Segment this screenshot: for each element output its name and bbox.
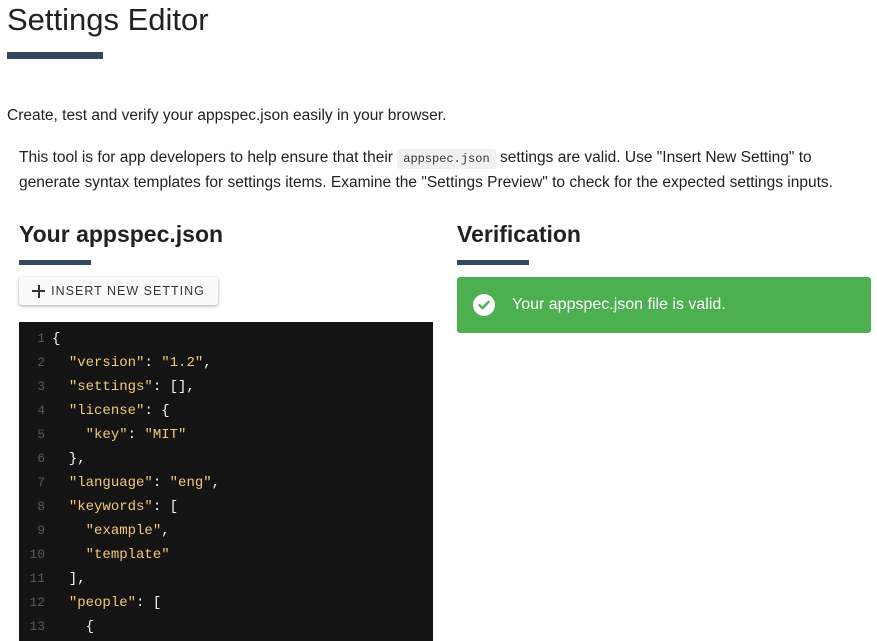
settings-editor-page: Settings Editor Create, test and verify … xyxy=(0,0,877,641)
line-code: ], xyxy=(52,567,86,591)
code-token: ], xyxy=(52,571,86,587)
line-code: "people": [ xyxy=(52,591,161,615)
code-token: : [], xyxy=(152,379,195,395)
code-token: "people" xyxy=(68,595,137,611)
code-token: : xyxy=(152,475,170,491)
code-line[interactable]: 9 "example", xyxy=(19,519,433,543)
code-line[interactable]: 12 "people": [ xyxy=(19,591,433,615)
code-token: "keywords" xyxy=(68,499,153,515)
insert-new-setting-button[interactable]: INSERT NEW SETTING xyxy=(19,277,218,305)
title-underline xyxy=(7,52,103,59)
plus-icon xyxy=(32,284,46,298)
line-number: 3 xyxy=(37,379,45,394)
code-token: : xyxy=(127,427,145,443)
insert-new-setting-label: INSERT NEW SETTING xyxy=(51,284,205,298)
code-token: }, xyxy=(52,451,86,467)
code-line[interactable]: 5 "key": "MIT" xyxy=(19,423,433,447)
line-number: 6 xyxy=(37,451,45,466)
line-number: 8 xyxy=(37,499,45,514)
line-number: 12 xyxy=(29,595,45,610)
line-code: "version": "1.2", xyxy=(52,351,212,375)
validation-status-banner: Your appspec.json file is valid. xyxy=(457,277,871,333)
code-token: "eng" xyxy=(169,475,212,491)
code-token: "language" xyxy=(68,475,153,491)
code-token: "1.2" xyxy=(161,355,204,371)
code-token: "template" xyxy=(85,547,170,563)
appspec-inline-code: appspec.json xyxy=(397,149,496,169)
line-code: "example", xyxy=(52,519,170,543)
code-token: "key" xyxy=(85,427,128,443)
code-token: "MIT" xyxy=(144,427,187,443)
line-number: 9 xyxy=(37,523,45,538)
line-code: "language": "eng", xyxy=(52,471,220,495)
code-token: , xyxy=(203,355,212,371)
code-line[interactable]: 6 }, xyxy=(19,447,433,471)
line-number: 13 xyxy=(29,619,45,634)
verification-heading-underline xyxy=(457,260,529,265)
editor-heading-underline xyxy=(19,260,91,265)
code-line[interactable]: 7 "language": "eng", xyxy=(19,471,433,495)
line-code: "key": "MIT" xyxy=(52,423,187,447)
code-token: "license" xyxy=(68,403,145,419)
page-tagline: Create, test and verify your appspec.jso… xyxy=(7,107,447,124)
line-code: "settings": [], xyxy=(52,375,195,399)
code-line[interactable]: 13 { xyxy=(19,615,433,639)
code-line[interactable]: 2 "version": "1.2", xyxy=(19,351,433,375)
code-line[interactable]: 4 "license": { xyxy=(19,399,433,423)
line-number: 1 xyxy=(37,331,45,346)
code-line[interactable]: 1{ xyxy=(19,327,433,351)
code-editor[interactable]: 1{2 "version": "1.2", 3 "settings": [], 4 … xyxy=(19,322,433,641)
line-code: "template" xyxy=(52,543,170,567)
line-code: "license": { xyxy=(52,399,170,423)
code-token: , xyxy=(161,523,170,539)
line-number: 4 xyxy=(37,403,45,418)
intro-paragraph: This tool is for app developers to help … xyxy=(19,146,869,195)
line-code: "keywords": [ xyxy=(52,495,178,519)
line-code: }, xyxy=(52,447,86,471)
code-token: : xyxy=(144,355,162,371)
line-number: 10 xyxy=(29,547,45,562)
validation-status-text: Your appspec.json file is valid. xyxy=(512,296,726,313)
check-circle-icon xyxy=(473,294,495,316)
code-token: "example" xyxy=(85,523,162,539)
code-line[interactable]: 3 "settings": [], xyxy=(19,375,433,399)
line-number: 2 xyxy=(37,355,45,370)
line-code: { xyxy=(52,327,60,351)
code-token: : [ xyxy=(136,595,162,611)
code-line[interactable]: 10 "template" xyxy=(19,543,433,567)
code-token: : { xyxy=(144,403,170,419)
code-token: : [ xyxy=(152,499,179,515)
editor-heading: Your appspec.json xyxy=(19,221,224,247)
code-line[interactable]: 8 "keywords": [ xyxy=(19,495,433,519)
code-token: "version" xyxy=(68,355,145,371)
page-title: Settings Editor xyxy=(7,2,209,37)
line-code: { xyxy=(52,615,94,639)
code-token: , xyxy=(211,475,221,491)
line-number: 11 xyxy=(29,571,45,586)
code-token: { xyxy=(52,619,95,635)
verification-heading: Verification xyxy=(457,221,581,247)
intro-text-before: This tool is for app developers to help … xyxy=(19,149,398,166)
code-token: "settings" xyxy=(68,379,153,395)
line-number: 5 xyxy=(37,427,45,442)
line-number: 7 xyxy=(37,475,45,490)
code-token: { xyxy=(52,331,61,347)
code-line[interactable]: 11 ], xyxy=(19,567,433,591)
